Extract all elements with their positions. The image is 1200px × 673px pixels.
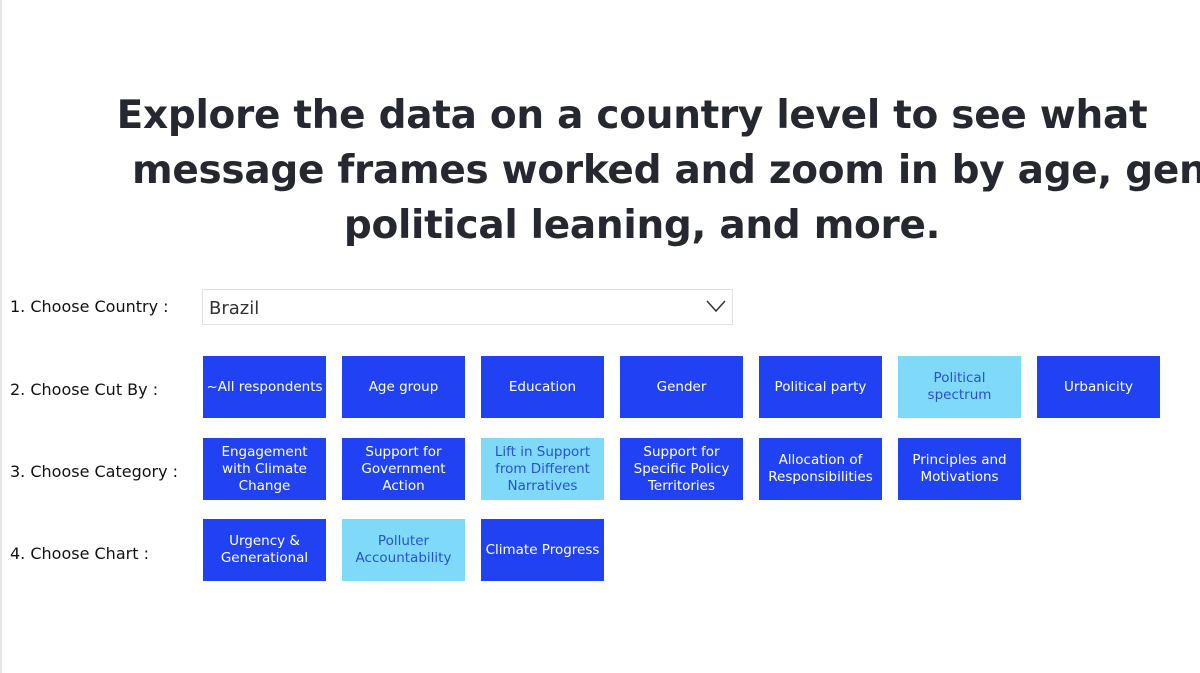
choose-category-label: 3. Choose Category : <box>10 462 179 481</box>
title-line-2: message frames worked and zoom in by age… <box>132 148 1200 193</box>
choose-country-label: 1. Choose Country : <box>10 297 169 316</box>
category-button-label: Lift in Support from Different Narrative… <box>494 443 591 494</box>
cut-by-button-label: ~All respondents <box>206 378 323 395</box>
cut-by-button-label: Political party <box>774 378 867 395</box>
category-button-4[interactable]: Support for Specific Policy Territories <box>620 438 743 500</box>
category-button-3[interactable]: Lift in Support from Different Narrative… <box>481 438 604 500</box>
cut-by-button-label: Age group <box>368 378 439 395</box>
cut-by-button-1[interactable]: ~All respondents <box>203 356 326 418</box>
chevron-down-icon[interactable] <box>706 299 726 313</box>
cut-by-button-label: Gender <box>656 378 707 395</box>
chart-button-1[interactable]: Urgency & Generational <box>203 519 326 581</box>
cut-by-button-label: Education <box>508 378 577 395</box>
category-button-5[interactable]: Allocation of Responsibilities <box>759 438 882 500</box>
page-title: Explore the data on a country level to s… <box>102 88 1200 253</box>
country-select-value: Brazil <box>209 298 260 319</box>
chart-button-label: Climate Progress <box>485 541 600 558</box>
country-select[interactable]: Brazil <box>202 289 733 325</box>
cut-by-button-label: Political spectrum <box>927 370 992 403</box>
cut-by-button-5[interactable]: Political party <box>759 356 882 418</box>
choose-chart-label: 4. Choose Chart : <box>10 544 149 563</box>
cut-by-button-label: Urbanicity <box>1063 378 1134 395</box>
category-button-label: Support for Government Action <box>361 443 446 494</box>
choose-cut-by-label: 2. Choose Cut By : <box>10 380 159 399</box>
category-button-label: Allocation of Responsibilities <box>768 452 873 485</box>
cut-by-button-3[interactable]: Education <box>481 356 604 418</box>
chart-button-label: Polluter Accountability <box>355 533 452 566</box>
category-button-label: Engagement with Climate Change <box>221 443 308 494</box>
title-line-1: Explore the data on a country level to s… <box>116 93 1148 138</box>
category-button-2[interactable]: Support for Government Action <box>342 438 465 500</box>
cut-by-button-6[interactable]: Political spectrum <box>898 356 1021 418</box>
category-button-6[interactable]: Principles and Motivations <box>898 438 1021 500</box>
cut-by-button-4[interactable]: Gender <box>620 356 743 418</box>
category-button-1[interactable]: Engagement with Climate Change <box>203 438 326 500</box>
category-button-label: Support for Specific Policy Territories <box>633 443 730 494</box>
chart-button-3[interactable]: Climate Progress <box>481 519 604 581</box>
chart-button-2[interactable]: Polluter Accountability <box>342 519 465 581</box>
category-button-label: Principles and Motivations <box>912 452 1007 485</box>
cut-by-button-2[interactable]: Age group <box>342 356 465 418</box>
title-line-3: political leaning, and more. <box>343 203 941 248</box>
cut-by-button-7[interactable]: Urbanicity <box>1037 356 1160 418</box>
chart-button-label: Urgency & Generational <box>220 533 309 566</box>
